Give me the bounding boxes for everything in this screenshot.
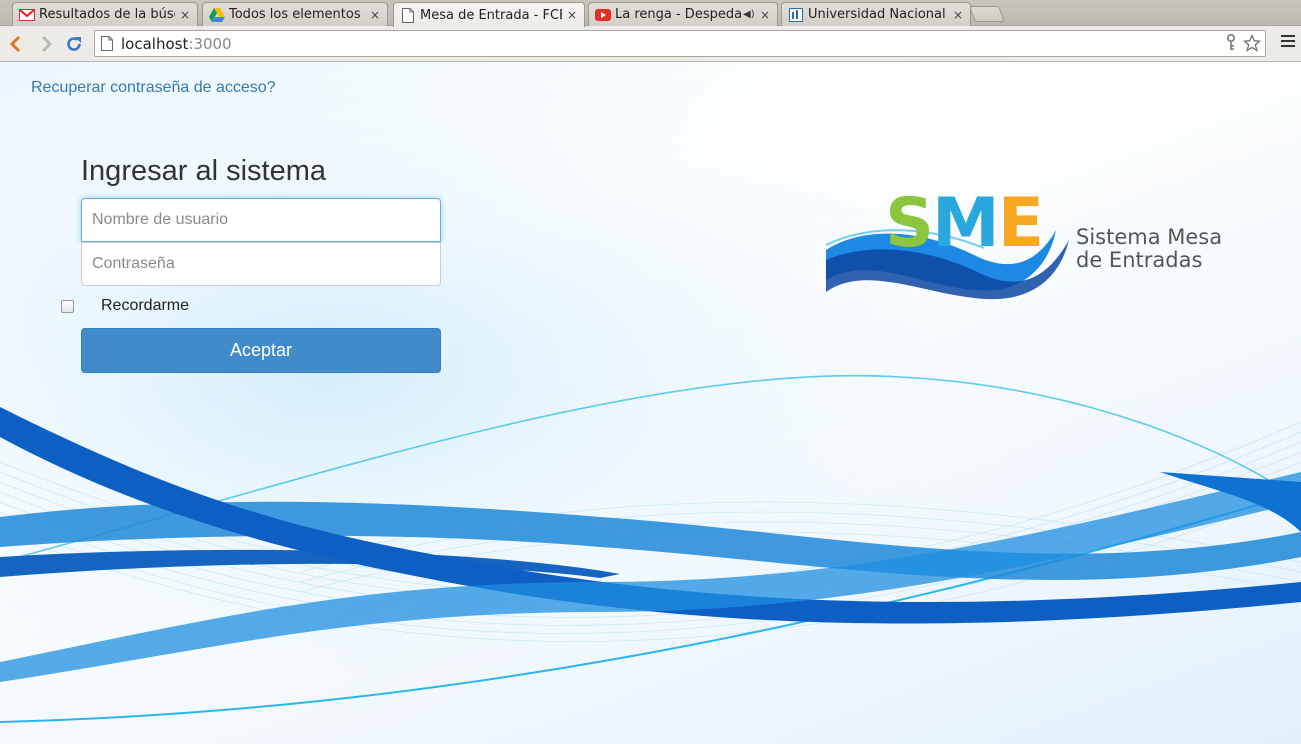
page-icon bbox=[400, 7, 416, 23]
logo-letters: SME bbox=[885, 190, 1044, 258]
tab-mesa-entrada[interactable]: Mesa de Entrada - FCE × bbox=[393, 2, 585, 27]
tab-universidad[interactable]: Universidad Nacional × bbox=[781, 2, 971, 26]
tab-close-icon[interactable]: × bbox=[369, 8, 381, 22]
drive-icon bbox=[209, 7, 225, 23]
gmail-icon bbox=[19, 7, 35, 23]
back-arrow-icon bbox=[9, 35, 21, 53]
tab-close-icon[interactable]: × bbox=[759, 8, 771, 22]
logo-line-1: Sistema Mesa bbox=[1076, 225, 1223, 249]
tab-youtube[interactable]: La renga - Despedad ◀) × bbox=[588, 2, 778, 26]
tab-drive[interactable]: Todos los elementos - × bbox=[202, 2, 388, 26]
logo-subtitle: Sistema Mesa de Entradas bbox=[1076, 226, 1222, 272]
logo-letter-e: E bbox=[997, 184, 1044, 263]
tab-title: Todos los elementos - bbox=[229, 7, 365, 22]
site-icon bbox=[788, 7, 804, 23]
tab-gmail[interactable]: Resultados de la búsq × bbox=[12, 2, 198, 26]
address-bar[interactable]: localhost:3000 bbox=[94, 30, 1266, 57]
tab-close-icon[interactable]: × bbox=[566, 8, 578, 22]
browser-toolbar: localhost:3000 bbox=[0, 26, 1301, 62]
page-content: Recuperar contraseña de acceso? Ingresar… bbox=[0, 62, 1301, 744]
form-title: Ingresar al sistema bbox=[81, 155, 326, 187]
submit-button[interactable]: Aceptar bbox=[81, 328, 441, 373]
bookmark-star-icon[interactable] bbox=[1243, 34, 1261, 52]
key-icon[interactable] bbox=[1225, 34, 1237, 52]
reload-icon bbox=[67, 37, 81, 51]
reload-button[interactable] bbox=[62, 32, 86, 56]
forward-arrow-icon bbox=[41, 35, 53, 53]
sme-logo: SME Sistema Mesa de Entradas bbox=[824, 190, 1244, 308]
password-input[interactable] bbox=[81, 242, 441, 286]
logo-letter-m: M bbox=[931, 184, 1000, 263]
remember-label: Recordarme bbox=[101, 297, 190, 314]
logo-letter-s: S bbox=[885, 184, 934, 263]
page-icon bbox=[101, 36, 113, 51]
remember-checkbox[interactable] bbox=[61, 299, 74, 313]
url-host: localhost bbox=[121, 34, 189, 53]
logo-line-2: de Entradas bbox=[1076, 248, 1203, 272]
back-button[interactable] bbox=[4, 32, 28, 56]
new-tab-button[interactable] bbox=[969, 6, 1005, 22]
tab-strip: Resultados de la búsq × Todos los elemen… bbox=[0, 0, 1301, 27]
audio-playing-icon[interactable]: ◀) bbox=[743, 9, 755, 20]
tab-title: Universidad Nacional bbox=[808, 7, 946, 22]
remember-me: Recordarme bbox=[61, 297, 189, 315]
tab-title: La renga - Despedad bbox=[615, 7, 741, 22]
tab-title: Mesa de Entrada - FCE bbox=[420, 7, 562, 23]
menu-icon[interactable] bbox=[1281, 35, 1295, 50]
tab-close-icon[interactable]: × bbox=[179, 8, 191, 22]
username-input[interactable] bbox=[81, 198, 441, 242]
forward-button[interactable] bbox=[34, 32, 58, 56]
tab-title: Resultados de la búsq bbox=[39, 7, 175, 22]
url-port: :3000 bbox=[188, 34, 232, 53]
tab-close-icon[interactable]: × bbox=[952, 8, 964, 22]
youtube-icon bbox=[595, 7, 611, 23]
recover-password-link[interactable]: Recuperar contraseña de acceso? bbox=[31, 79, 276, 97]
